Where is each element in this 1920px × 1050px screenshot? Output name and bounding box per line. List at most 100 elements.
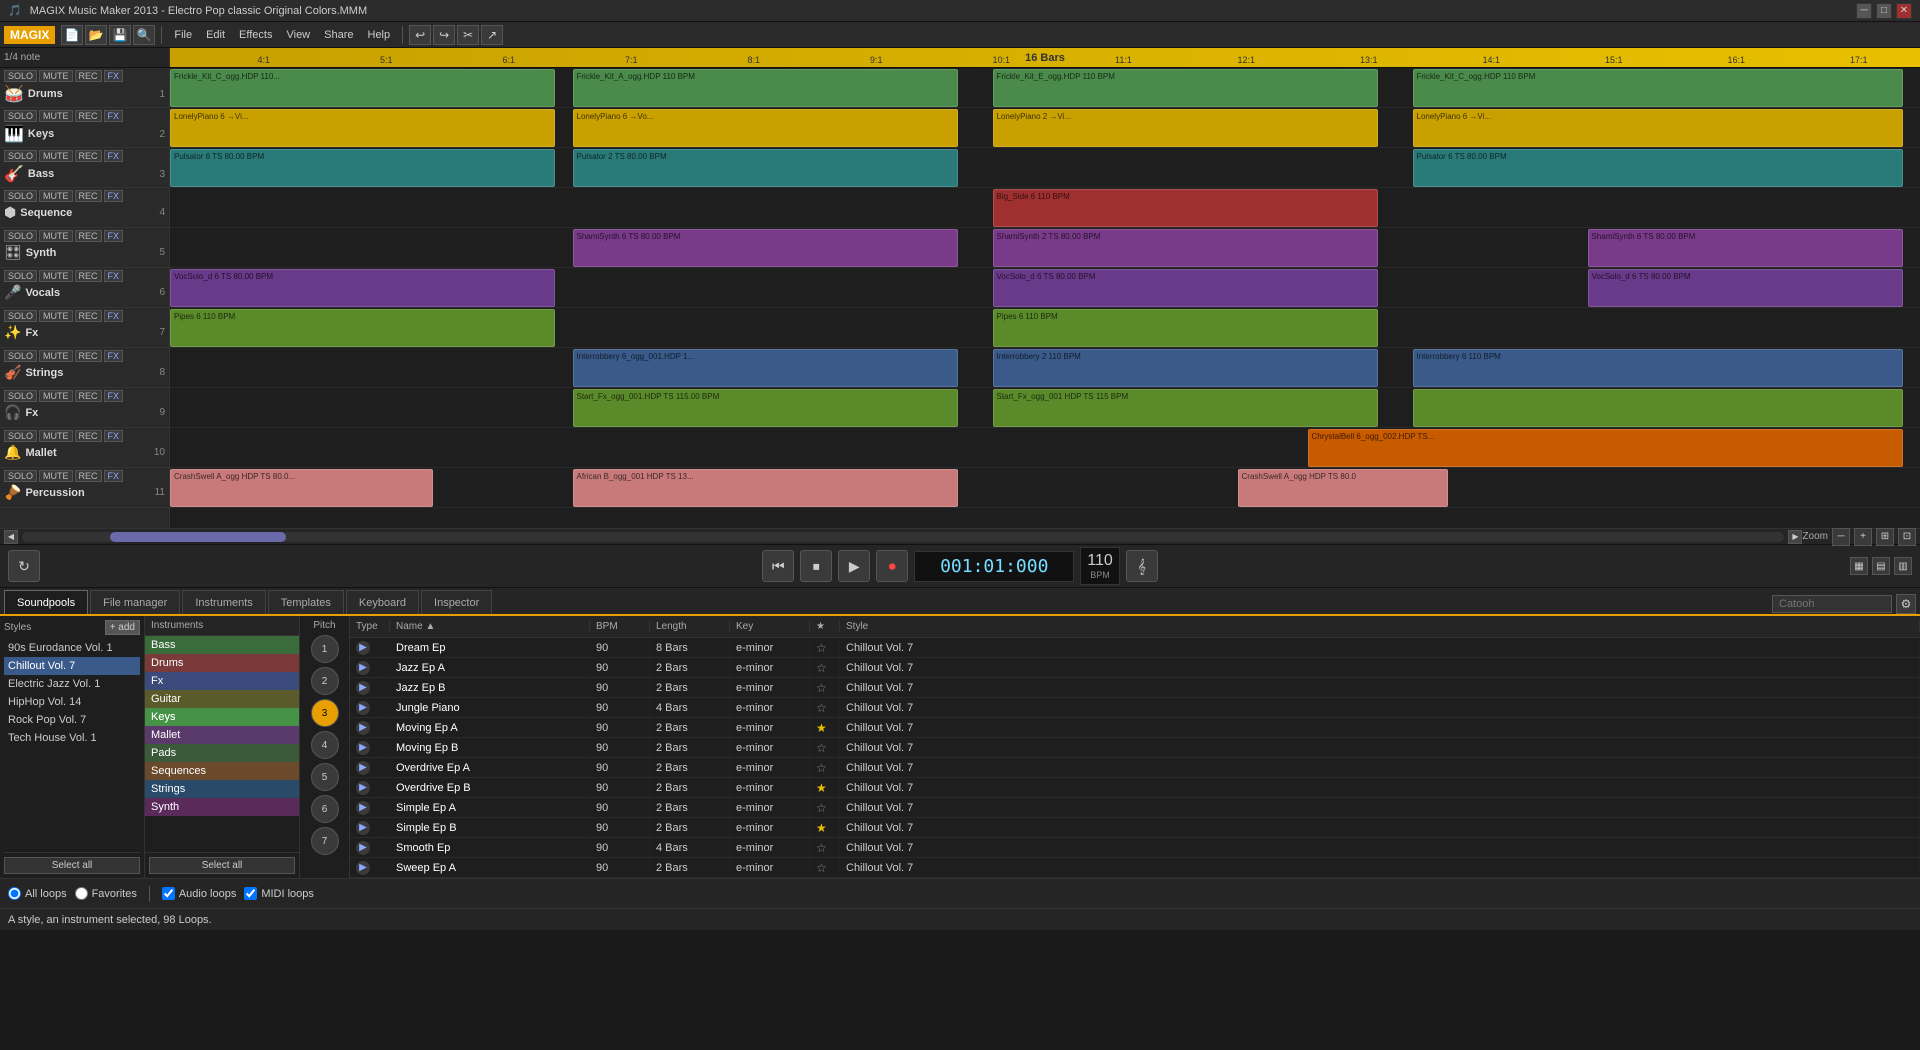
mute-btn-11[interactable]: MUTE: [39, 470, 73, 482]
style-item-techhouse[interactable]: Tech House Vol. 1: [4, 729, 140, 747]
pitch-1[interactable]: 1: [311, 635, 339, 663]
tab-instruments[interactable]: Instruments: [182, 590, 265, 614]
track-lane-10[interactable]: ChrystalBell 6_ogg_002.HDP TS...: [170, 428, 1920, 468]
col-style[interactable]: Style: [840, 621, 1920, 632]
play-dreamep[interactable]: ▶: [356, 641, 370, 655]
play-btn[interactable]: ▶: [838, 550, 870, 582]
mute-btn-5[interactable]: MUTE: [39, 230, 73, 242]
solo-btn-7[interactable]: SOLO: [4, 310, 37, 322]
mute-btn-2[interactable]: MUTE: [39, 110, 73, 122]
star-junglepiano[interactable]: ☆: [816, 701, 827, 715]
fx-btn-3[interactable]: FX: [104, 150, 124, 162]
solo-btn-6[interactable]: SOLO: [4, 270, 37, 282]
grid-view-1[interactable]: ▦: [1850, 557, 1868, 575]
play-simpleepB[interactable]: ▶: [356, 821, 370, 835]
play-smoothep[interactable]: ▶: [356, 841, 370, 855]
cut-icon[interactable]: ✂: [457, 25, 479, 45]
edit-menu[interactable]: Edit: [200, 27, 231, 43]
fx-btn-10[interactable]: FX: [104, 430, 124, 442]
new-icon[interactable]: 📄: [61, 25, 83, 45]
solo-btn-4[interactable]: SOLO: [4, 190, 37, 202]
style-item-electricjazz[interactable]: Electric Jazz Vol. 1: [4, 675, 140, 693]
track-lane-6[interactable]: VocSolo_d 6 TS 80.00 BPM VocSolo_d 6 TS …: [170, 268, 1920, 308]
track-lane-9[interactable]: Start_Fx_ogg_001.HDP TS 115.00 BPM Start…: [170, 388, 1920, 428]
open-icon[interactable]: 📂: [85, 25, 107, 45]
pitch-7[interactable]: 7: [311, 827, 339, 855]
share-menu[interactable]: Share: [318, 27, 359, 43]
effects-menu[interactable]: Effects: [233, 27, 278, 43]
pitch-4[interactable]: 4: [311, 731, 339, 759]
zoom-out-btn[interactable]: ─: [1832, 528, 1850, 546]
instrument-pads[interactable]: Pads: [145, 744, 299, 762]
arrow-icon[interactable]: ↗: [481, 25, 503, 45]
fx-btn-2[interactable]: FX: [104, 110, 124, 122]
col-bpm[interactable]: BPM: [590, 621, 650, 632]
loop-row-overdriveepB[interactable]: ▶ Overdrive Ep B 90 2 Bars e-minor ★ Chi…: [350, 778, 1920, 798]
solo-btn-11[interactable]: SOLO: [4, 470, 37, 482]
pitch-3[interactable]: 3: [311, 699, 339, 727]
save-icon[interactable]: 💾: [109, 25, 131, 45]
fx-btn-4[interactable]: FX: [104, 190, 124, 202]
instrument-drums[interactable]: Drums: [145, 654, 299, 672]
track-lane-7[interactable]: Pipes 6 110 BPM Pipes 6 110 BPM: [170, 308, 1920, 348]
style-item-hiphop[interactable]: HipHop Vol. 14: [4, 693, 140, 711]
play-movingepA[interactable]: ▶: [356, 721, 370, 735]
scroll-thumb[interactable]: [110, 532, 286, 542]
track-lane-4[interactable]: Big_Side 6 110 BPM: [170, 188, 1920, 228]
loop-row-jazzepA[interactable]: ▶ Jazz Ep A 90 2 Bars e-minor ☆ Chillout…: [350, 658, 1920, 678]
tab-inspector[interactable]: Inspector: [421, 590, 492, 614]
star-dreamep[interactable]: ☆: [816, 641, 827, 655]
favorites-radio[interactable]: Favorites: [75, 887, 137, 900]
loop-row-movingepB[interactable]: ▶ Moving Ep B 90 2 Bars e-minor ☆ Chillo…: [350, 738, 1920, 758]
midi-loops-check[interactable]: MIDI loops: [244, 887, 314, 900]
col-key[interactable]: Key: [730, 621, 810, 632]
instrument-fx[interactable]: Fx: [145, 672, 299, 690]
track-lane-11[interactable]: CrashSwell A_ogg HDP TS 80.0... African …: [170, 468, 1920, 508]
view-menu[interactable]: View: [280, 27, 316, 43]
mute-btn-9[interactable]: MUTE: [39, 390, 73, 402]
rec-btn-10[interactable]: REC: [75, 430, 102, 442]
star-sweepepA[interactable]: ☆: [816, 861, 827, 875]
loop-row-junglepiano[interactable]: ▶ Jungle Piano 90 4 Bars e-minor ☆ Chill…: [350, 698, 1920, 718]
redo-icon[interactable]: ↪: [433, 25, 455, 45]
loop-row-simpleepA[interactable]: ▶ Simple Ep A 90 2 Bars e-minor ☆ Chillo…: [350, 798, 1920, 818]
rewind-btn[interactable]: ⏮: [762, 550, 794, 582]
loop-table-body[interactable]: ▶ Dream Ep 90 8 Bars e-minor ☆ Chillout …: [350, 638, 1920, 878]
fx-btn-7[interactable]: FX: [104, 310, 124, 322]
star-movingepB[interactable]: ☆: [816, 741, 827, 755]
settings-icon[interactable]: ⚙: [1896, 594, 1916, 614]
play-overdriveepA[interactable]: ▶: [356, 761, 370, 775]
solo-btn-5[interactable]: SOLO: [4, 230, 37, 242]
star-simpleepB[interactable]: ★: [816, 821, 827, 835]
star-movingepA[interactable]: ★: [816, 721, 827, 735]
rec-btn-2[interactable]: REC: [75, 110, 102, 122]
rec-btn-7[interactable]: REC: [75, 310, 102, 322]
file-menu[interactable]: File: [168, 27, 198, 43]
solo-btn-2[interactable]: SOLO: [4, 110, 37, 122]
col-name[interactable]: Name ▲: [390, 621, 590, 632]
fx-btn-11[interactable]: FX: [104, 470, 124, 482]
loop-row-sweepepA[interactable]: ▶ Sweep Ep A 90 2 Bars e-minor ☆ Chillou…: [350, 858, 1920, 878]
fx-btn-8[interactable]: FX: [104, 350, 124, 362]
rec-btn-3[interactable]: REC: [75, 150, 102, 162]
instrument-guitar[interactable]: Guitar: [145, 690, 299, 708]
style-item-eurodance[interactable]: 90s Eurodance Vol. 1: [4, 639, 140, 657]
style-item-chillout[interactable]: Chillout Vol. 7: [4, 657, 140, 675]
play-jazzepA[interactable]: ▶: [356, 661, 370, 675]
stop-btn[interactable]: ⏹: [800, 550, 832, 582]
track-lane-2[interactable]: LonelyPiano 6 →Vi... LonelyPiano 6 →Vo..…: [170, 108, 1920, 148]
play-overdriveepB[interactable]: ▶: [356, 781, 370, 795]
play-movingepB[interactable]: ▶: [356, 741, 370, 755]
instrument-strings[interactable]: Strings: [145, 780, 299, 798]
mute-btn-6[interactable]: MUTE: [39, 270, 73, 282]
search-input[interactable]: [1772, 595, 1892, 613]
instrument-keys[interactable]: Keys: [145, 708, 299, 726]
track-lane-5[interactable]: ShamiSynth 6 TS 80.00 BPM ShamiSynth 2 T…: [170, 228, 1920, 268]
loop-btn[interactable]: ↻: [8, 550, 40, 582]
star-overdriveepB[interactable]: ★: [816, 781, 827, 795]
undo-icon[interactable]: ↩: [409, 25, 431, 45]
instrument-bass[interactable]: Bass: [145, 636, 299, 654]
scroll-left[interactable]: ◀: [4, 530, 18, 544]
instrument-sequences[interactable]: Sequences: [145, 762, 299, 780]
help-menu[interactable]: Help: [362, 27, 397, 43]
